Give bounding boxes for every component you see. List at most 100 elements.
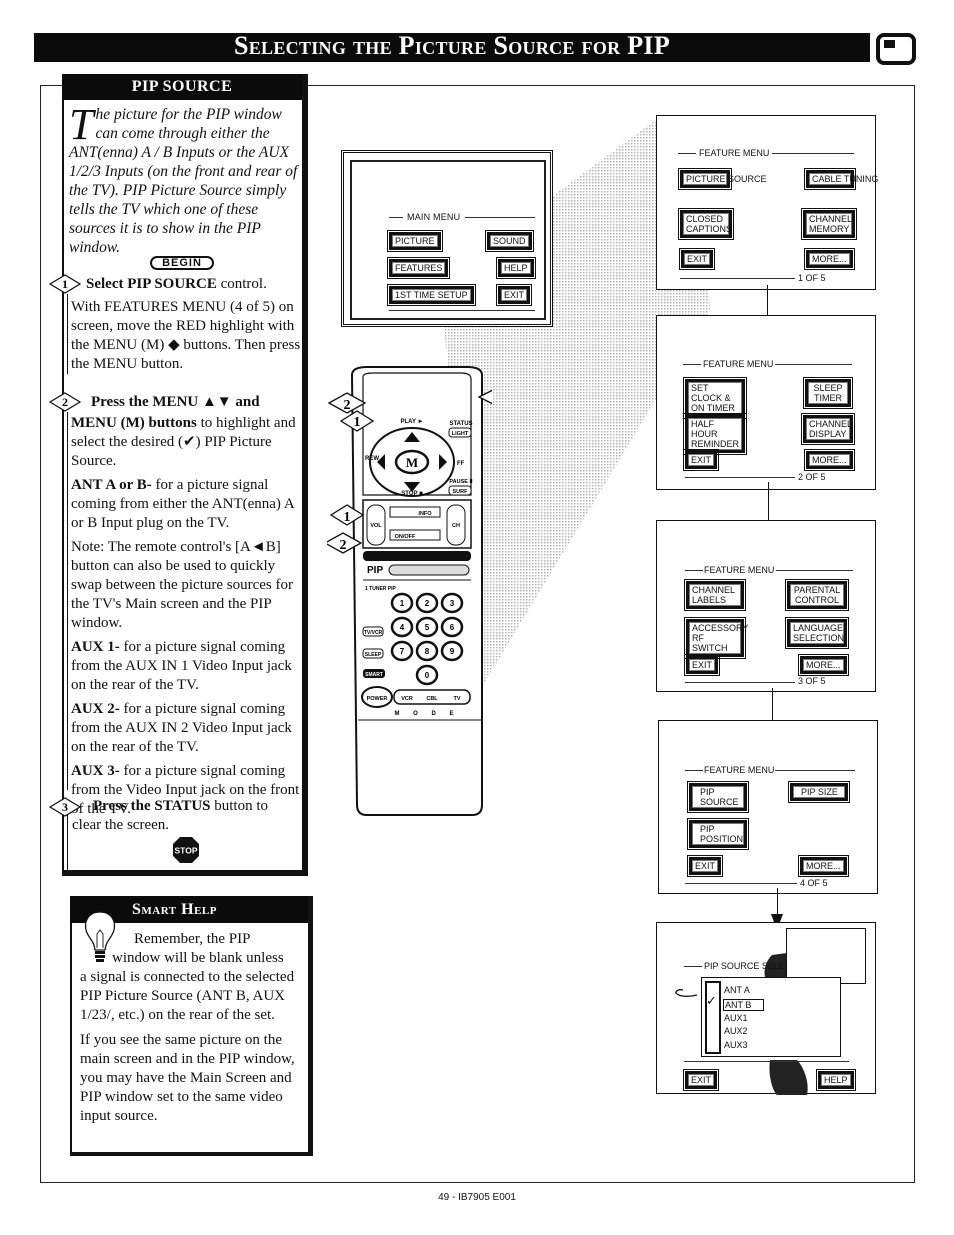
page-indicator: 4 OF 5: [800, 878, 828, 888]
rule: [684, 1061, 849, 1062]
menu-item-sound[interactable]: SOUND: [485, 230, 534, 252]
svg-text:2: 2: [340, 538, 347, 553]
feature-menu-title: FEATURE MENU: [699, 148, 770, 158]
menu-item-more[interactable]: MORE...: [798, 855, 849, 877]
menu-item-picture[interactable]: PICTURE: [387, 230, 443, 252]
menu-item-first-time-setup[interactable]: 1ST TIME SETUP: [387, 284, 476, 306]
intro-text: T he picture for the PIP window can come…: [69, 103, 301, 257]
menu-item-language-selection[interactable]: LANGUAGE SELECTION: [785, 617, 849, 649]
svg-text:1: 1: [62, 277, 68, 291]
rule: [683, 364, 701, 365]
svg-text:REW: REW: [365, 456, 379, 462]
rule: [685, 477, 795, 478]
arrow-line: [768, 482, 769, 522]
svg-text:CBL: CBL: [426, 696, 438, 702]
step-3-title: Press the STATUS button to: [93, 798, 269, 814]
stop-sign-icon: STOP: [173, 837, 199, 863]
page-footer: 49 - IB7905 E001: [438, 1192, 516, 1203]
menu-item-more[interactable]: MORE...: [804, 449, 855, 471]
begin-badge: BEGIN: [150, 256, 214, 270]
option-aux2[interactable]: AUX2: [724, 1026, 748, 1036]
svg-text:1: 1: [344, 510, 351, 525]
step-3-text: clear the screen.: [72, 817, 170, 833]
check-column: [705, 981, 721, 1054]
digit-label: 3: [450, 599, 455, 608]
pip-source-menu-title: PIP SOURCE SELECT: [704, 961, 797, 971]
smart-help-text: Remember, the PIP window will be blank u…: [80, 931, 295, 1124]
option-ant-a[interactable]: ANT A: [724, 985, 750, 995]
menu-item-exit[interactable]: EXIT: [495, 284, 533, 306]
menu-item-sleep-timer[interactable]: SLEEP TIMER: [803, 377, 853, 409]
svg-text:LIGHT: LIGHT: [452, 431, 469, 437]
menu-item-channel-labels[interactable]: CHANNEL LABELS: [684, 579, 746, 611]
option-aux1[interactable]: AUX1: [724, 1013, 748, 1023]
rule: [680, 278, 795, 279]
rule: [685, 883, 797, 884]
menu-item-exit[interactable]: EXIT: [678, 248, 716, 270]
menu-item-more[interactable]: MORE...: [798, 654, 849, 676]
hand-pointer-icon: [675, 989, 698, 997]
menu-item-picture-source[interactable]: PICTURE SOURCE: [678, 168, 767, 190]
digit-label: 1: [400, 599, 405, 608]
menu-item-channel-display[interactable]: CHANNEL DISPLAY: [801, 413, 855, 445]
page-indicator: 2 OF 5: [798, 472, 826, 482]
main-menu-title: MAIN MENU: [407, 212, 461, 222]
menu-item-exit[interactable]: EXIT: [682, 1069, 720, 1091]
svg-text:VCR: VCR: [401, 696, 413, 702]
menu-item-help[interactable]: HELP: [496, 257, 536, 279]
rule: [685, 770, 703, 771]
svg-text:STOP ■: STOP ■: [401, 491, 423, 497]
svg-text:1 TUNER PIP: 1 TUNER PIP: [365, 586, 397, 592]
menu-item-exit[interactable]: EXIT: [682, 449, 720, 471]
step-1-rule: [67, 294, 68, 374]
rule: [776, 570, 853, 571]
step-1-icon: 1: [48, 273, 82, 295]
rule: [389, 310, 535, 311]
tv-pip-icon: [876, 33, 916, 65]
svg-text:VOL: VOL: [370, 523, 382, 529]
svg-text:SURF: SURF: [453, 489, 469, 495]
digit-label: 9: [450, 647, 455, 656]
svg-text:CH: CH: [452, 523, 460, 529]
step-1-title: Select PIP SOURCE control.: [86, 276, 267, 292]
ant-ab-para: ANT A or B- for a picture signal coming …: [71, 477, 294, 531]
menu-item-exit[interactable]: EXIT: [686, 855, 724, 877]
menu-item-pip-position[interactable]: PIP POSITION: [687, 818, 749, 850]
svg-text:POWER: POWER: [367, 696, 388, 702]
aux1-para: AUX 1- for a picture signal coming from …: [71, 639, 292, 693]
menu-item-help[interactable]: HELP: [816, 1069, 856, 1091]
svg-text:INFO: INFO: [418, 511, 432, 517]
menu-item-cable-tuning[interactable]: CABLE TUNING: [804, 168, 878, 190]
svg-text:3: 3: [62, 800, 68, 814]
menu-item-parental-control[interactable]: PARENTAL CONTROL: [785, 579, 849, 611]
svg-text:1: 1: [354, 415, 361, 430]
menu-item-pip-size[interactable]: PIP SIZE: [788, 781, 850, 803]
pip-window: [786, 928, 866, 984]
menu-item-accessory-rf-switch[interactable]: ACCESSORY RF SWITCH: [684, 617, 748, 659]
step-2-para: MENU (M) buttons to highlight and select…: [71, 415, 296, 469]
page-title: Selecting the Picture Source for PIP: [233, 31, 671, 60]
menu-item-set-clock[interactable]: SET CLOCK & ON TIMER: [683, 377, 747, 419]
svg-text:FF: FF: [457, 461, 465, 467]
menu-item-exit[interactable]: EXIT: [683, 654, 721, 676]
rule: [465, 217, 535, 218]
rule: [772, 153, 854, 154]
svg-text:STOP: STOP: [175, 846, 198, 856]
menu-item-half-hour-reminder[interactable]: HALF HOUR REMINDER: [683, 413, 747, 455]
rule: [775, 770, 855, 771]
menu-item-channel-memory[interactable]: CHANNEL MEMORY: [801, 208, 857, 240]
svg-text:PLAY ►: PLAY ►: [401, 419, 424, 425]
option-aux3[interactable]: AUX3: [724, 1040, 748, 1050]
menu-item-closed-captions[interactable]: CLOSED CAPTIONS: [678, 208, 734, 240]
menu-item-more[interactable]: MORE...: [804, 248, 855, 270]
option-ant-b[interactable]: ANT B: [723, 999, 765, 1011]
rule: [678, 153, 696, 154]
feature-menu-title: FEATURE MENU: [704, 765, 775, 775]
menu-item-pip-source[interactable]: PIP SOURCE: [687, 781, 749, 813]
digit-label: 6: [450, 623, 455, 632]
step-3-rule: [67, 815, 68, 875]
digit-label: 0: [425, 671, 430, 680]
menu-item-features[interactable]: FEATURES: [386, 257, 451, 279]
aux2-para: AUX 2- for a picture signal coming from …: [71, 701, 292, 755]
svg-text:PIP: PIP: [367, 565, 383, 576]
